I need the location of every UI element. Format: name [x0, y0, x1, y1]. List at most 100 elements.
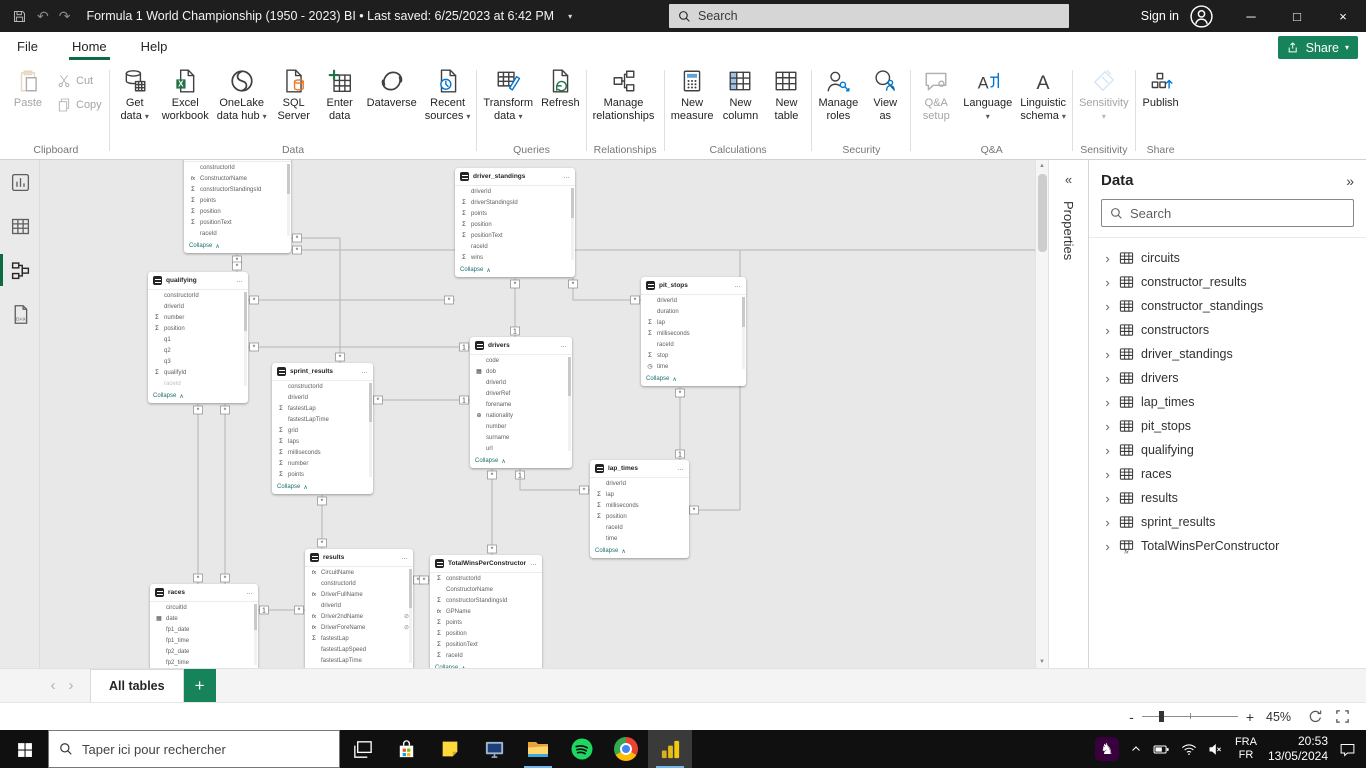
table-field[interactable]: ΣdriverStandingsId: [455, 197, 575, 208]
minimize-button[interactable]: ─: [1228, 0, 1274, 32]
table-field[interactable]: Σstop: [641, 350, 746, 361]
zoom-slider[interactable]: [1142, 716, 1238, 718]
table-field[interactable]: driverId: [272, 392, 373, 403]
card-scrollbar[interactable]: [571, 188, 574, 260]
ribbon-button-refresh[interactable]: Refresh: [538, 67, 583, 111]
collapse-link[interactable]: Collapse ∧: [148, 389, 248, 403]
table-field[interactable]: fastestLapSpeed: [305, 644, 413, 655]
model-table-lap-times[interactable]: lap_times…driverIdΣlapΣmillisecondsΣposi…: [590, 460, 689, 558]
ribbon-button-new-table[interactable]: Newtable: [764, 67, 808, 124]
table-field[interactable]: ΣpositionText: [455, 230, 575, 241]
table-field[interactable]: ▦dob: [470, 366, 572, 377]
table-field[interactable]: code: [470, 355, 572, 366]
table-field[interactable]: number: [470, 421, 572, 432]
table-field[interactable]: Σpoints: [455, 208, 575, 219]
card-scrollbar[interactable]: [244, 292, 247, 386]
card-scrollbar[interactable]: [369, 383, 372, 477]
scroll-up-icon[interactable]: ▲: [1036, 160, 1048, 172]
table-field[interactable]: ΣqualifyId: [148, 367, 248, 378]
table-field[interactable]: driverId: [590, 478, 689, 489]
taskbar-app-power-bi[interactable]: [648, 730, 692, 768]
table-menu-icon[interactable]: …: [530, 560, 537, 567]
table-field[interactable]: ΣconstructorId: [430, 573, 542, 584]
model-table-sprint-results[interactable]: sprint_results…constructorIddriverIdΣfas…: [272, 363, 373, 494]
card-scrollbar[interactable]: [254, 604, 257, 665]
card-scrollbar[interactable]: [568, 357, 571, 451]
collapse-link[interactable]: Collapse ∧: [184, 239, 291, 253]
redo-icon[interactable]: ↷: [59, 8, 71, 25]
table-field[interactable]: fxGPName: [430, 606, 542, 617]
table-field[interactable]: raceId: [184, 228, 291, 239]
table-field[interactable]: fxDriverFullName: [305, 589, 413, 600]
taskbar-app-sticky-notes[interactable]: [428, 730, 472, 768]
ribbon-button-dataverse[interactable]: Dataverse: [364, 67, 420, 111]
table-field[interactable]: url: [470, 443, 572, 454]
table-field[interactable]: raceId: [590, 522, 689, 533]
hidden-icons-chevron[interactable]: [1130, 743, 1142, 755]
model-table-races[interactable]: races…circuitId▦datefp1_datefp1_timefp2_…: [150, 584, 258, 668]
battery-icon[interactable]: [1153, 742, 1170, 757]
model-canvas[interactable]: ******1***1***1******1**11******construc…: [40, 160, 1035, 668]
sidebar-item-model-view[interactable]: [0, 248, 40, 292]
card-scrollbar[interactable]: [409, 569, 412, 663]
table-field[interactable]: ▦date: [150, 613, 258, 624]
collapse-link[interactable]: Collapse ∧: [272, 480, 373, 494]
table-field[interactable]: constructorId: [305, 578, 413, 589]
table-field[interactable]: duration: [641, 306, 746, 317]
table-field[interactable]: Σpoints: [430, 617, 542, 628]
maximize-button[interactable]: □: [1274, 0, 1320, 32]
expand-chevron-icon[interactable]: ›: [1103, 347, 1112, 362]
expand-properties-icon[interactable]: «: [1049, 160, 1088, 187]
scroll-down-icon[interactable]: ▼: [1036, 656, 1048, 668]
notification-center-icon[interactable]: [1339, 742, 1356, 757]
table-field[interactable]: q1: [148, 334, 248, 345]
card-scrollbar[interactable]: [287, 164, 290, 236]
table-field[interactable]: Σposition: [184, 206, 291, 217]
collapse-link[interactable]: Collapse ∧: [470, 454, 572, 468]
table-field[interactable]: Σgrid: [272, 425, 373, 436]
data-table-qualifying[interactable]: ›qualifying: [1101, 438, 1354, 462]
taskbar-app-chrome[interactable]: [604, 730, 648, 768]
table-field[interactable]: Σlap: [590, 489, 689, 500]
zoom-out-button[interactable]: -: [1129, 709, 1134, 725]
account-avatar[interactable]: [1189, 4, 1214, 29]
table-menu-icon[interactable]: …: [246, 589, 253, 596]
expand-chevron-icon[interactable]: ›: [1103, 539, 1112, 554]
table-field[interactable]: fxConstructorName: [184, 173, 291, 184]
expand-chevron-icon[interactable]: ›: [1103, 395, 1112, 410]
table-field[interactable]: fastestLapTime: [305, 655, 413, 666]
scrollbar-thumb[interactable]: [1038, 174, 1047, 252]
table-field[interactable]: ΣconstructorStandingsId: [430, 595, 542, 606]
table-field[interactable]: driverRef: [470, 388, 572, 399]
table-field[interactable]: ΣconstructorStandingsId: [184, 184, 291, 195]
table-field[interactable]: ΣfastestLap: [272, 403, 373, 414]
table-field[interactable]: forename: [470, 399, 572, 410]
share-button[interactable]: Share▾: [1278, 36, 1358, 59]
taskbar-app-task-view[interactable]: [340, 730, 384, 768]
table-field[interactable]: ⊕nationality: [470, 410, 572, 421]
ribbon-button-view-as[interactable]: Viewas: [863, 67, 907, 124]
menu-tab-home[interactable]: Home: [55, 32, 124, 62]
ribbon-button-get-data[interactable]: Getdata ▾: [113, 67, 157, 124]
model-table-drivers[interactable]: drivers…code▦dobdriverIddriverRefforenam…: [470, 337, 572, 468]
data-search[interactable]: [1101, 199, 1354, 227]
data-table-constructor-results[interactable]: ›constructor_results: [1101, 270, 1354, 294]
data-search-input[interactable]: [1130, 206, 1345, 221]
zoom-in-button[interactable]: +: [1246, 709, 1254, 725]
data-table-drivers[interactable]: ›drivers: [1101, 366, 1354, 390]
table-field[interactable]: fp1_time: [150, 635, 258, 646]
taskbar-search[interactable]: Taper ici pour rechercher: [48, 730, 340, 768]
tab-all-tables[interactable]: All tables: [90, 669, 184, 702]
reset-zoom-icon[interactable]: [1308, 709, 1323, 724]
ribbon-button-excel-workbook[interactable]: XExcelworkbook: [159, 67, 212, 124]
expand-chevron-icon[interactable]: ›: [1103, 251, 1112, 266]
table-field[interactable]: Σmilliseconds: [272, 447, 373, 458]
data-table-totalwinsperconstructor[interactable]: ›fxTotalWinsPerConstructor: [1101, 534, 1354, 558]
table-field[interactable]: Σposition: [430, 628, 542, 639]
model-table-constructor-standings[interactable]: constructor_standings…constructorIdfxCon…: [184, 160, 291, 253]
table-field[interactable]: fp2_date: [150, 646, 258, 657]
model-table-driver-standings[interactable]: driver_standings…driverIdΣdriverStanding…: [455, 168, 575, 277]
model-table-qualifying[interactable]: qualifying…constructorIddriverIdΣnumberΣ…: [148, 272, 248, 403]
table-field[interactable]: Σnumber: [148, 312, 248, 323]
data-table-constructors[interactable]: ›constructors: [1101, 318, 1354, 342]
